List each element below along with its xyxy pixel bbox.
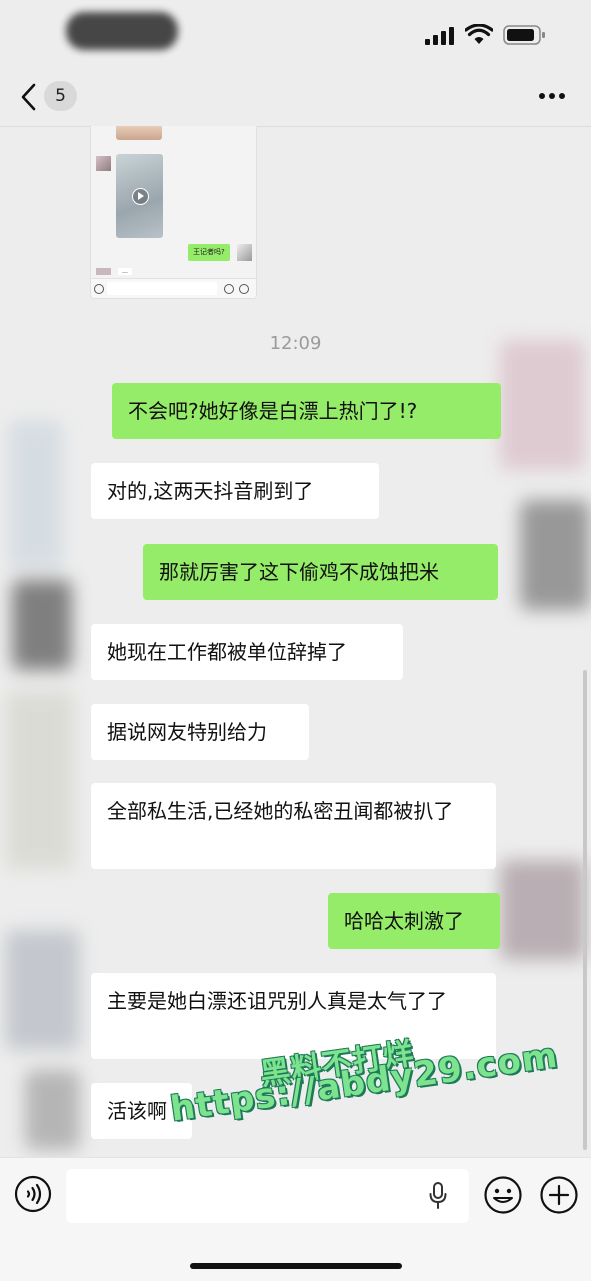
signal-icon (425, 27, 454, 45)
shared-screenshot-image[interactable]: 王记者吗? ... (90, 126, 257, 299)
home-indicator[interactable] (190, 1263, 402, 1269)
plus-icon[interactable] (539, 1175, 579, 1215)
message-bubble-incoming[interactable]: 据说网友特别给力 (91, 704, 309, 760)
message-bubble-incoming[interactable]: 全部私生活,已经她的私密丑闻都被扒了 (91, 783, 496, 869)
thumbnail-dots: ... (118, 268, 132, 275)
message-timestamp: 12:09 (269, 333, 322, 354)
emoji-icon (224, 284, 234, 294)
video-thumbnail (116, 154, 163, 238)
message-bubble-incoming[interactable]: 她现在工作都被单位辞掉了 (91, 624, 403, 680)
message-bubble-incoming[interactable]: 对的,这两天抖音刷到了 (91, 463, 379, 519)
avatar (237, 244, 252, 261)
avatar-blurred (5, 690, 75, 870)
status-bar (0, 0, 591, 70)
avatar-blurred (500, 340, 585, 470)
message-bubble-outgoing[interactable]: 哈哈太刺激了 (328, 893, 500, 949)
thumbnail-photo (116, 126, 162, 140)
avatar (96, 268, 111, 275)
mic-icon[interactable] (428, 1182, 448, 1210)
voice-icon[interactable] (14, 1175, 52, 1213)
thumbnail-text-field (107, 282, 217, 295)
back-chevron-icon[interactable] (18, 82, 40, 112)
avatar-blurred (12, 580, 72, 670)
chat-header: 5 (0, 70, 591, 127)
message-input[interactable] (66, 1169, 469, 1223)
thumbnail-input-bar (91, 278, 256, 298)
message-bubble-outgoing[interactable]: 不会吧?她好像是白漂上热门了!? (112, 383, 501, 439)
avatar-blurred (520, 500, 590, 610)
avatar-blurred (5, 930, 80, 1050)
scrollbar[interactable] (583, 670, 587, 1150)
wifi-icon (465, 24, 493, 44)
voice-icon (94, 284, 104, 294)
play-icon (132, 188, 149, 205)
thumbnail-message: 王记者吗? (188, 244, 230, 261)
emoji-icon[interactable] (483, 1175, 523, 1215)
message-bubble-outgoing[interactable]: 那就厉害了这下偷鸡不成蚀把米 (143, 544, 498, 600)
avatar-blurred (25, 1070, 80, 1150)
message-input-bar (0, 1157, 591, 1281)
unread-count-badge[interactable]: 5 (44, 81, 77, 111)
more-icon[interactable] (538, 92, 566, 100)
avatar-blurred (500, 860, 585, 960)
avatar (96, 156, 111, 171)
carrier-name-redacted (66, 12, 178, 50)
avatar-blurred (8, 420, 63, 570)
battery-icon (503, 25, 545, 45)
plus-icon (239, 284, 249, 294)
